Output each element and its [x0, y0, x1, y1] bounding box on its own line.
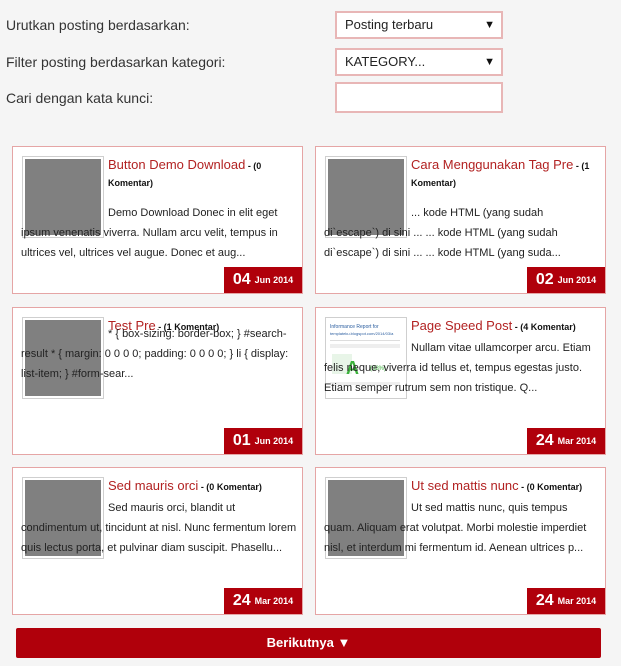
category-label: Filter posting berdasarkan kategori:	[6, 54, 226, 70]
category-select-value: KATEGORY...	[345, 54, 426, 69]
post-title-link[interactable]: Page Speed Post	[411, 318, 512, 333]
dropdown-arrow-icon: ▼	[484, 19, 495, 31]
post-date-badge: 24 Mar 2014	[224, 588, 302, 614]
post-card: Sed mauris orci - (0 Komentar) Sed mauri…	[12, 467, 303, 615]
post-day: 04	[232, 271, 251, 288]
post-card: Cara Menggunakan Tag Pre - (1 Komentar) …	[315, 146, 606, 294]
post-month-year: Jun 2014	[557, 275, 597, 285]
post-month-year: Mar 2014	[557, 436, 597, 446]
post-month-year: Mar 2014	[254, 596, 294, 606]
post-day: 24	[232, 592, 251, 609]
post-day: 24	[535, 432, 554, 449]
post-date-badge: 24 Mar 2014	[527, 428, 605, 454]
triangle-down-icon: ▼	[337, 635, 351, 650]
search-input[interactable]	[335, 82, 503, 113]
post-month-year: Mar 2014	[557, 596, 597, 606]
dropdown-arrow-icon: ▼	[484, 56, 495, 68]
post-snippet-text: Nullam vitae ullamcorper arcu. Etiam fel…	[324, 342, 591, 394]
post-snippet: ... kode HTML (yang sudah di`escape`) di…	[324, 203, 600, 263]
category-row: Filter posting berdasarkan kategori: KAT…	[0, 46, 621, 78]
comment-count: - (4 Komentar)	[512, 322, 576, 332]
search-label: Cari dengan kata kunci:	[6, 90, 154, 106]
post-snippet: Nullam vitae ullamcorper arcu. Etiam fel…	[324, 338, 600, 398]
sort-row: Urutkan posting berdasarkan: Posting ter…	[0, 9, 621, 41]
post-header: Cara Menggunakan Tag Pre - (1 Komentar)	[411, 157, 601, 191]
post-date-badge: 02 Jun 2014	[527, 267, 605, 293]
post-snippet: * { box-sizing: border-box; } #search-re…	[21, 324, 297, 384]
post-date-badge: 01 Jun 2014	[224, 428, 302, 454]
post-snippet: Demo Download Donec in elit eget ipsum v…	[21, 203, 297, 263]
next-page-label: Berikutnya	[266, 635, 334, 650]
post-day: 02	[535, 271, 554, 288]
sort-label: Urutkan posting berdasarkan:	[6, 17, 190, 33]
report-heading: Informance Report for	[330, 324, 379, 330]
post-card: Informance Report for templateku.blogspo…	[315, 307, 606, 455]
post-date-badge: 24 Mar 2014	[527, 588, 605, 614]
post-snippet-text: Demo Download Donec in elit eget ipsum v…	[21, 207, 278, 259]
comment-count: - (0 Komentar)	[198, 482, 262, 492]
post-header: Page Speed Post - (4 Komentar)	[411, 318, 601, 335]
sort-select-value: Posting terbaru	[345, 17, 434, 32]
report-site: templateku.blogspot.com/2014/03/a	[330, 331, 394, 336]
post-month-year: Jun 2014	[254, 436, 294, 446]
post-day: 01	[232, 432, 251, 449]
post-card: Ut sed mattis nunc - (0 Komentar) Ut sed…	[315, 467, 606, 615]
next-page-button[interactable]: Berikutnya ▼	[16, 628, 601, 658]
post-day: 24	[535, 592, 554, 609]
comment-count: - (0 Komentar)	[518, 482, 583, 492]
post-snippet-text: Ut sed mattis nunc, quis tempus quam. Al…	[324, 502, 587, 554]
sort-select[interactable]: Posting terbaru ▼	[335, 11, 503, 39]
post-snippet-text: Sed mauris orci, blandit ut condimentum …	[21, 502, 297, 554]
post-title-link[interactable]: Ut sed mattis nunc	[411, 478, 519, 493]
post-title-link[interactable]: Button Demo Download	[108, 157, 245, 172]
post-title-link[interactable]: Sed mauris orci	[108, 478, 198, 493]
post-card: Test Pre - (1 Komentar) * { box-sizing: …	[12, 307, 303, 455]
post-card: Button Demo Download - (0 Komentar) Demo…	[12, 146, 303, 294]
category-select[interactable]: KATEGORY... ▼	[335, 48, 503, 76]
post-header: Sed mauris orci - (0 Komentar)	[108, 478, 298, 495]
post-snippet: Sed mauris orci, blandit ut condimentum …	[21, 498, 297, 558]
post-snippet-text: ... kode HTML (yang sudah di`escape`) di…	[324, 207, 561, 259]
post-snippet: Ut sed mattis nunc, quis tempus quam. Al…	[324, 498, 600, 558]
post-title-link[interactable]: Cara Menggunakan Tag Pre	[411, 157, 573, 172]
post-header: Ut sed mattis nunc - (0 Komentar)	[411, 478, 601, 495]
post-date-badge: 04 Jun 2014	[224, 267, 302, 293]
post-header: Button Demo Download - (0 Komentar)	[108, 157, 298, 191]
search-row: Cari dengan kata kunci:	[0, 82, 621, 114]
post-snippet-text: * { box-sizing: border-box; } #search-re…	[21, 328, 289, 380]
post-month-year: Jun 2014	[254, 275, 294, 285]
